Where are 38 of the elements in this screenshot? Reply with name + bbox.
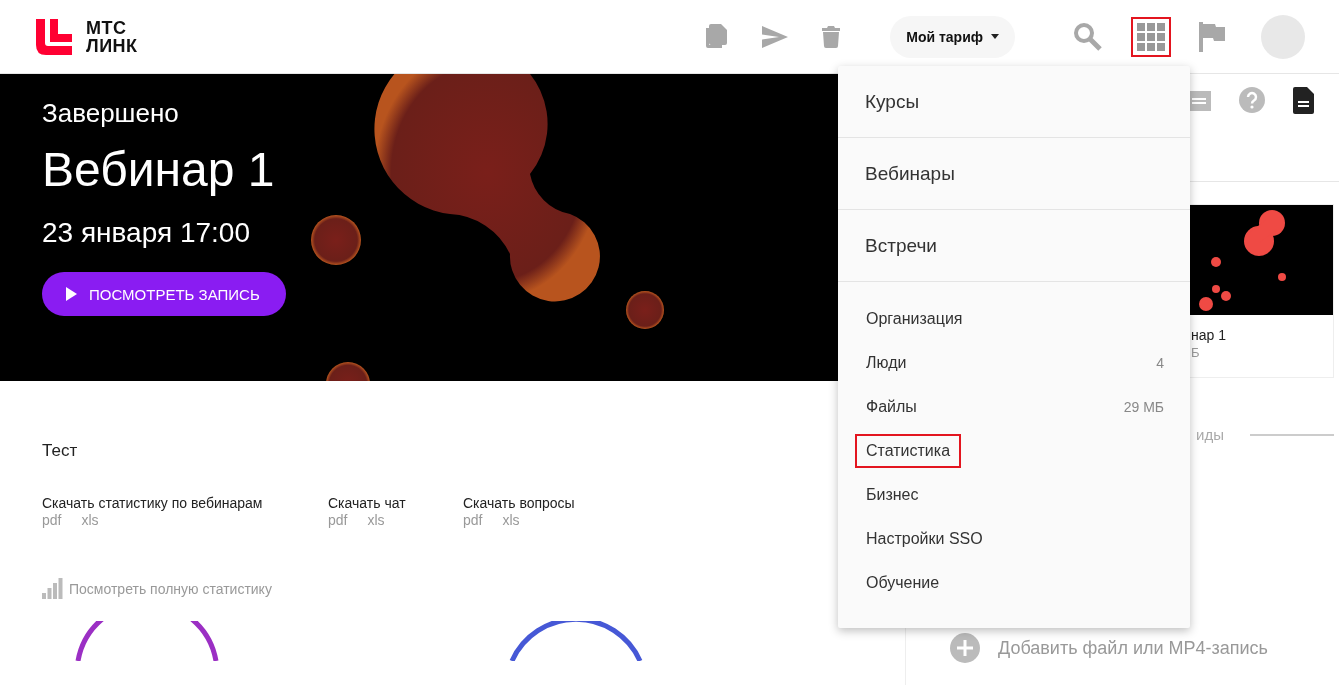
menu-item[interactable]: Файлы 29 МБ	[838, 385, 1190, 429]
caret-icon	[991, 34, 999, 39]
section-label: иды	[1196, 426, 1224, 443]
menu-item[interactable]: Обучение	[838, 561, 1190, 605]
bar-chart-icon	[42, 578, 63, 599]
menu-item-label: Бизнес	[865, 485, 920, 505]
plus-icon	[950, 633, 980, 663]
help-icon[interactable]	[1239, 87, 1265, 113]
menu-item-label: Статистика	[855, 434, 962, 468]
document-icon[interactable]	[1293, 87, 1314, 114]
menu-item-label: Файлы	[865, 397, 918, 417]
download-label: Скачать статистику по вебинарам	[42, 495, 264, 511]
card-meta: Б	[1191, 345, 1201, 360]
tariff-button[interactable]: Мой тариф	[890, 15, 1015, 58]
menu-item[interactable]: Вебинары	[838, 138, 1190, 210]
status-label: Завершено	[42, 98, 179, 128]
menu-item-label: Обучение	[865, 573, 941, 593]
menu-item-label: Организация	[865, 309, 964, 329]
watch-recording-button[interactable]: ПОСМОТРЕТЬ ЗАПИСЬ	[42, 272, 286, 316]
menu-item-count: 29 МБ	[1123, 399, 1164, 415]
card-title: нар 1	[1191, 327, 1227, 343]
menu-item[interactable]: Бизнес	[838, 473, 1190, 517]
webinar-title: Вебинар 1	[42, 142, 275, 198]
menu-item[interactable]: Настройки SSO	[838, 517, 1190, 561]
apps-grid-icon[interactable]	[1131, 16, 1171, 57]
play-icon	[66, 287, 77, 301]
section-title: Тест	[42, 441, 79, 461]
menu-item[interactable]: Курсы	[838, 66, 1190, 138]
menu-item[interactable]: Встречи	[838, 210, 1190, 282]
download-label: Скачать чат	[328, 495, 407, 511]
menu-item-count: 4	[1156, 355, 1164, 371]
logo-icon	[36, 18, 72, 55]
webinar-date: 23 января 17:00	[42, 216, 250, 250]
download-label: Скачать вопросы	[463, 495, 576, 511]
menu-item-label: Люди	[865, 353, 908, 373]
menu-item[interactable]: Статистика	[838, 429, 1190, 473]
logo-text: МТС ЛИНК	[86, 18, 138, 55]
menu-item-label: Настройки SSO	[865, 529, 984, 549]
